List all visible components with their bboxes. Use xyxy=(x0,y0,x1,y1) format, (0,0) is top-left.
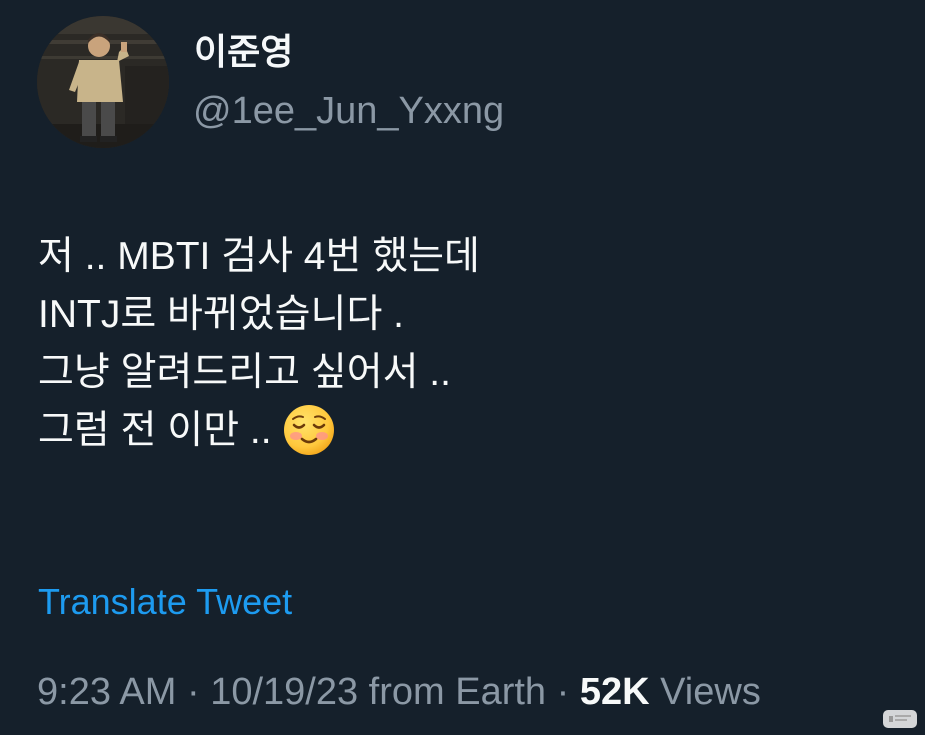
watermark-icon xyxy=(883,710,917,728)
tweet-source: from Earth xyxy=(358,671,547,713)
tweet-line-text: 그럼 전 이만 .. xyxy=(38,409,272,452)
tweet-line-with-emoji: 그럼 전 이만 .. xyxy=(38,402,898,460)
tweet-line: INTJ로 바뀌었습니다 . xyxy=(38,293,404,336)
user-handle[interactable]: @1ee_Jun_Yxxng xyxy=(193,88,504,134)
display-name[interactable]: 이준영 xyxy=(194,30,293,74)
tweet-text: 저 .. MBTI 검사 4번 했는데 INTJ로 바뀌었습니다 . 그냥 알려… xyxy=(38,228,898,460)
views-label[interactable]: Views xyxy=(650,671,761,713)
avatar[interactable] xyxy=(37,16,169,148)
translate-tweet-link[interactable]: Translate Tweet xyxy=(38,580,292,624)
tweet-line: 저 .. MBTI 검사 4번 했는데 xyxy=(38,235,480,278)
meta-separator: · xyxy=(546,671,580,713)
avatar-photo-icon xyxy=(37,16,169,148)
tweet-card: 이준영 @1ee_Jun_Yxxng 저 .. MBTI 검사 4번 했는데 I… xyxy=(0,0,925,735)
tweet-time[interactable]: 9:23 AM xyxy=(37,671,176,713)
meta-separator: · xyxy=(176,671,211,713)
tweet-line: 그냥 알려드리고 싶어서 .. xyxy=(38,351,451,394)
tweet-date[interactable]: 10/19/23 xyxy=(210,671,358,713)
tweet-meta: 9:23 AM · 10/19/23 from Earth · 52K View… xyxy=(37,669,761,715)
smiling-face-icon xyxy=(282,403,336,457)
views-count[interactable]: 52K xyxy=(580,671,650,713)
